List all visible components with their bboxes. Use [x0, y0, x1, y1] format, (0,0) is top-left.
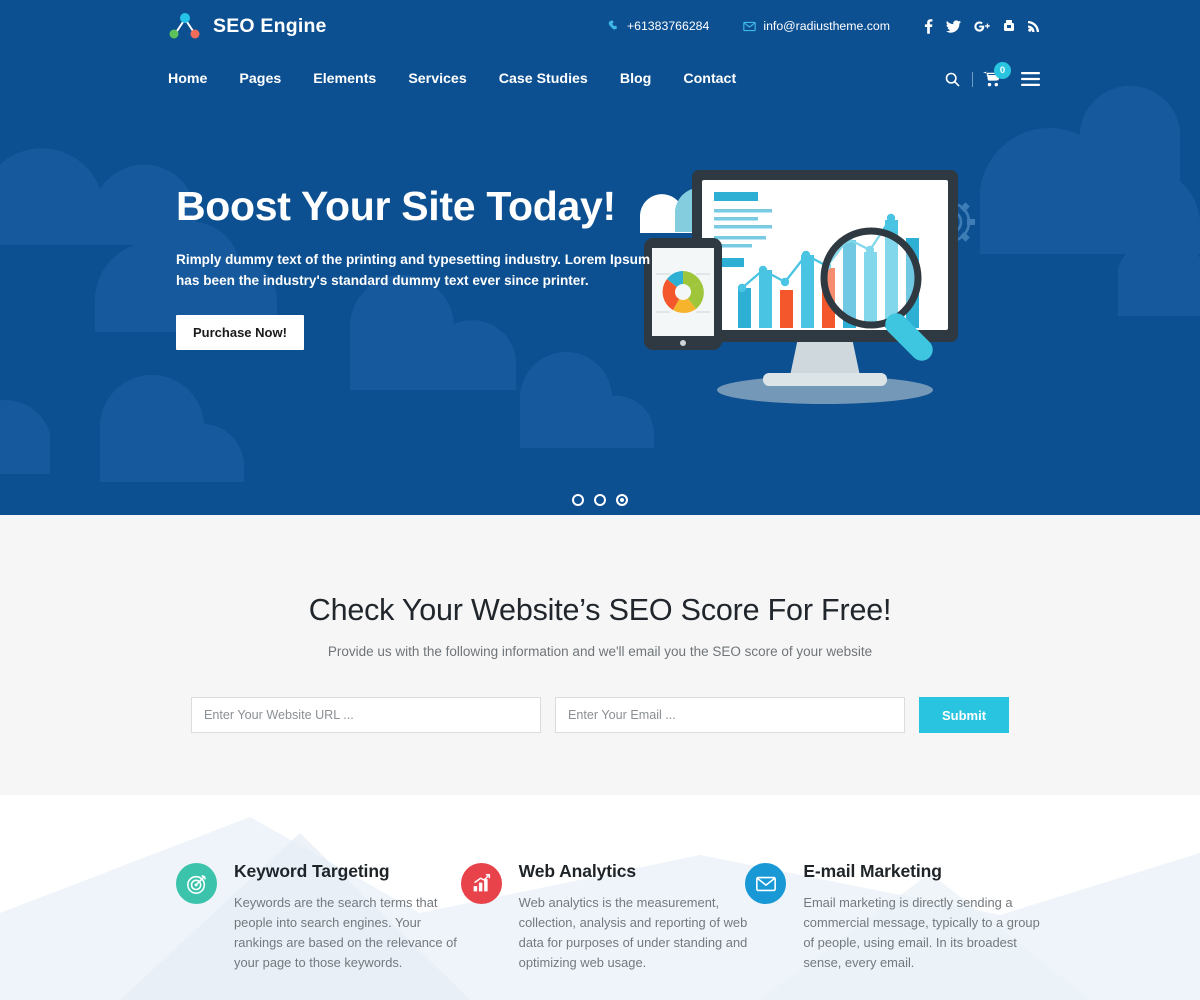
service-description: Keywords are the search terms that peopl… — [234, 895, 457, 970]
services-section: Keyword Targeting Keywords are the searc… — [0, 795, 1200, 1000]
services-row: Keyword Targeting Keywords are the searc… — [0, 795, 1200, 973]
service-title: Web Analytics — [518, 861, 637, 881]
nav-item-blog[interactable]: Blog — [604, 71, 668, 87]
service-description: Email marketing is directly sending a co… — [803, 895, 1040, 970]
email-address: info@radiustheme.com — [763, 19, 890, 33]
google-plus-icon[interactable] — [974, 20, 990, 33]
bar-chart-growth-icon — [460, 863, 502, 904]
email-input[interactable] — [555, 697, 905, 733]
phone-contact[interactable]: +61383766284 — [608, 19, 709, 33]
target-bullseye-icon — [176, 863, 217, 904]
service-description: Web analytics is the measurement, collec… — [518, 895, 748, 970]
nav-tools: 0 — [945, 62, 1040, 87]
service-card-web-analytics: Web Analytics Web analytics is the measu… — [460, 861, 756, 973]
seo-section-title: Check Your Website’s SEO Score For Free! — [308, 593, 892, 627]
facebook-icon[interactable] — [924, 18, 933, 34]
service-title: Keyword Targeting — [234, 861, 390, 881]
submit-button[interactable]: Submit — [919, 697, 1009, 733]
main-navigation: Home Pages Elements Services Case Studie… — [0, 52, 1200, 106]
top-bar-right: +61383766284 info@radiustheme.com — [608, 18, 1040, 34]
carousel-dot-2[interactable] — [594, 494, 606, 506]
seo-score-section: Check Your Website’s SEO Score For Free!… — [0, 515, 1200, 795]
cart-count-badge: 0 — [994, 62, 1011, 79]
network-nodes-icon — [169, 13, 200, 39]
page-root: SEO Engine +61383766284 info@radiustheme… — [0, 0, 1200, 1000]
search-icon[interactable] — [945, 72, 960, 87]
service-card-keyword-targeting: Keyword Targeting Keywords are the searc… — [176, 861, 471, 973]
carousel-dot-1[interactable] — [572, 494, 584, 506]
nav-item-services[interactable]: Services — [392, 71, 482, 87]
carousel-dot-3-active[interactable] — [616, 494, 628, 506]
email-contact[interactable]: info@radiustheme.com — [743, 19, 890, 33]
service-card-email-marketing: E-mail Marketing Email marketing is dire… — [745, 861, 1040, 973]
phone-number: +61383766284 — [626, 19, 710, 33]
twitter-icon[interactable] — [946, 19, 961, 33]
top-bar: SEO Engine +61383766284 info@radiustheme… — [0, 0, 1200, 52]
nav-item-home[interactable]: Home — [168, 71, 223, 87]
envelope-icon — [743, 21, 757, 32]
service-title: E-mail Marketing — [803, 861, 942, 881]
nav-item-pages[interactable]: Pages — [223, 71, 297, 87]
hero-text-block: Boost Your Site Today! Rimply dummy text… — [176, 106, 656, 351]
nav-list: Home Pages Elements Services Case Studie… — [168, 71, 752, 87]
seo-section-subtitle: Provide us with the following informatio… — [327, 644, 873, 659]
tools-divider — [972, 71, 973, 87]
service-body: E-mail Marketing Email marketing is dire… — [803, 861, 1040, 973]
nav-item-contact[interactable]: Contact — [667, 71, 752, 87]
service-body: Keyword Targeting Keywords are the searc… — [234, 861, 471, 973]
seo-score-form: Submit — [0, 697, 1200, 733]
hero-subtitle: Rimply dummy text of the printing and ty… — [176, 252, 651, 289]
carousel-dots — [0, 494, 1200, 506]
service-body: Web Analytics Web analytics is the measu… — [519, 861, 756, 973]
social-links — [924, 18, 1040, 34]
envelope-icon — [745, 863, 787, 904]
brand-name: SEO Engine — [213, 14, 327, 37]
youtube-icon[interactable] — [1003, 19, 1015, 33]
hero-title: Boost Your Site Today! — [176, 183, 616, 229]
nav-item-elements[interactable]: Elements — [297, 71, 392, 87]
hero-content: Boost Your Site Today! Rimply dummy text… — [0, 106, 1200, 351]
hero-section: SEO Engine +61383766284 info@radiustheme… — [0, 0, 1200, 515]
purchase-now-button[interactable]: Purchase Now! — [176, 315, 304, 351]
cart-icon[interactable]: 0 — [983, 62, 1011, 87]
brand-logo-link[interactable]: SEO Engine — [168, 11, 327, 41]
phone-icon — [608, 20, 620, 32]
hamburger-menu-icon[interactable] — [1021, 72, 1040, 86]
website-url-input[interactable] — [191, 697, 541, 733]
rss-icon[interactable] — [1028, 20, 1040, 32]
nav-item-case-studies[interactable]: Case Studies — [483, 71, 604, 87]
